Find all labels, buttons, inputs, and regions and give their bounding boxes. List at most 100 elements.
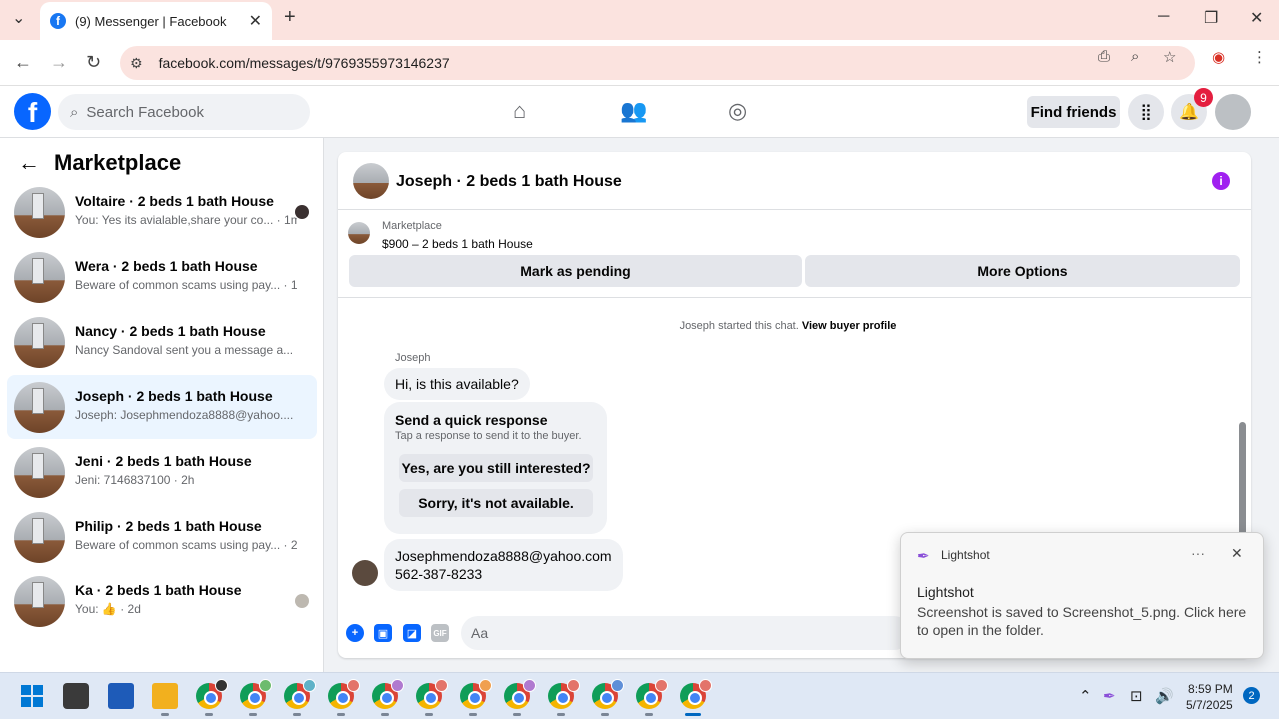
conversation-name: Voltaire · 2 beds 1 bath House	[75, 193, 274, 209]
chrome-icon[interactable]	[504, 679, 536, 709]
notepad-icon[interactable]	[108, 683, 134, 709]
message-phone[interactable]: 562-387-8233	[395, 565, 612, 583]
url-box[interactable]: ⚙ facebook.com/messages/t/97693559731462…	[120, 46, 1195, 80]
volume-icon[interactable]: 🔊	[1155, 687, 1174, 705]
toast-app-name: Lightshot	[941, 548, 990, 562]
zoom-icon[interactable]: ⌕	[1131, 48, 1139, 65]
plus-icon[interactable]: +	[346, 624, 364, 642]
browser-tab[interactable]: f (9) Messenger | Facebook ✕	[40, 2, 272, 40]
close-icon[interactable]: ✕	[1231, 545, 1243, 562]
window-close-icon[interactable]: ✕	[1250, 8, 1263, 28]
mark-as-pending-button[interactable]: Mark as pending	[349, 255, 802, 287]
friends-icon[interactable]: 👥	[620, 98, 647, 124]
search-box[interactable]: ⌕	[58, 94, 310, 130]
conversation-item[interactable]: Jeni · 2 beds 1 bath House Jeni: 7146837…	[7, 440, 317, 504]
groups-icon[interactable]: ◎	[728, 98, 747, 124]
listing-bar: Marketplace $900 – 2 beds 1 bath House M…	[338, 210, 1251, 298]
marketplace-sidebar: ← Marketplace Voltaire · 2 beds 1 bath H…	[0, 138, 324, 672]
install-app-icon[interactable]: ⎙	[1098, 48, 1110, 65]
quick-reply-interested-button[interactable]: Yes, are you still interested?	[399, 454, 593, 482]
find-friends-button[interactable]: Find friends	[1027, 96, 1120, 128]
browser-menu-icon[interactable]: ⋮	[1252, 48, 1267, 66]
browser-tabbar: ⌄ f (9) Messenger | Facebook ✕ + ─ ❐ ✕	[0, 0, 1279, 40]
started-text: Joseph started this chat.	[679, 320, 799, 332]
notification-badge: 9	[1194, 88, 1213, 107]
more-options-button[interactable]: More Options	[805, 255, 1240, 287]
toast-body[interactable]: Screenshot is saved to Screenshot_5.png.…	[917, 603, 1247, 639]
conversation-item[interactable]: Voltaire · 2 beds 1 bath House You: Yes …	[7, 180, 317, 244]
scrollbar-thumb[interactable]	[1239, 422, 1246, 542]
info-icon[interactable]: i	[1212, 172, 1230, 190]
chat-started-notice: Joseph started this chat. View buyer pro…	[338, 320, 1238, 332]
menu-grid-icon[interactable]: ⣿	[1128, 94, 1164, 130]
conversation-item[interactable]: Philip · 2 beds 1 bath House Beware of c…	[7, 505, 317, 569]
tab-title: (9) Messenger | Facebook	[75, 13, 227, 29]
sticker-icon[interactable]: ◪	[403, 624, 421, 642]
conversation-item[interactable]: Ka · 2 beds 1 bath House You: 👍 · 2d	[7, 569, 317, 633]
conversation-item[interactable]: Wera · 2 beds 1 bath House Beware of com…	[7, 245, 317, 309]
message-input[interactable]	[461, 616, 911, 650]
back-icon[interactable]: ←	[14, 52, 32, 73]
windows-start-icon[interactable]	[21, 685, 43, 707]
chrome-icon[interactable]	[636, 679, 668, 709]
maximize-icon[interactable]: ❐	[1204, 8, 1218, 28]
facebook-logo-icon[interactable]: f	[14, 93, 51, 130]
chrome-icon-active[interactable]	[680, 679, 712, 709]
conversation-preview: Jeni: 7146837100 · 2h	[75, 473, 195, 487]
chrome-icon[interactable]	[460, 679, 492, 709]
back-arrow-icon[interactable]: ←	[18, 150, 40, 176]
new-tab-icon[interactable]: +	[284, 6, 296, 29]
listing-thumbnail	[14, 576, 65, 627]
listing-thumbnail	[14, 317, 65, 368]
lightshot-notification[interactable]: ✒ Lightshot ··· ✕ Lightshot Screenshot i…	[900, 532, 1264, 659]
gif-icon[interactable]: GIF	[431, 624, 449, 642]
search-input[interactable]	[86, 103, 287, 121]
chrome-icon[interactable]	[284, 679, 316, 709]
clock-date: 5/7/2025	[1186, 698, 1233, 712]
sidebar-title: Marketplace	[54, 150, 182, 175]
photo-icon[interactable]: ▣	[374, 624, 392, 642]
chrome-icon[interactable]	[548, 679, 580, 709]
quick-reply-not-available-button[interactable]: Sorry, it's not available.	[399, 489, 593, 517]
chrome-icon[interactable]	[592, 679, 624, 709]
chrome-icon[interactable]	[372, 679, 404, 709]
sender-avatar	[352, 560, 378, 586]
task-view-icon[interactable]	[63, 683, 89, 709]
minimize-icon[interactable]: ─	[1158, 8, 1169, 26]
tab-close-icon[interactable]: ✕	[249, 11, 262, 31]
chevron-up-icon[interactable]: ⌃	[1079, 687, 1092, 705]
conversation-preview: Beware of common scams using pay... · 22…	[75, 538, 297, 552]
chat-avatar[interactable]	[353, 163, 389, 199]
conversation-preview: Beware of common scams using pay... · 1m	[75, 278, 297, 292]
profile-icon[interactable]: ◉	[1212, 48, 1225, 66]
chrome-icon[interactable]	[328, 679, 360, 709]
file-explorer-icon[interactable]	[152, 683, 178, 709]
chrome-icon[interactable]	[416, 679, 448, 709]
message-email[interactable]: Josephmendoza8888@yahoo.com	[395, 547, 612, 565]
more-icon[interactable]: ···	[1191, 545, 1205, 561]
running-indicator	[381, 713, 389, 716]
conversation-preview: You: Yes its avialable,share your co... …	[75, 213, 297, 227]
site-info-icon[interactable]: ⚙	[130, 55, 143, 72]
running-indicator	[601, 713, 609, 716]
lightshot-tray-icon[interactable]: ✒	[1103, 687, 1116, 705]
bookmark-star-icon[interactable]: ☆	[1163, 48, 1176, 66]
network-icon[interactable]: ⊡	[1130, 687, 1143, 705]
chat-title[interactable]: Joseph · 2 beds 1 bath House	[396, 173, 622, 191]
listing-price[interactable]: $900 – 2 beds 1 bath House	[382, 237, 533, 251]
chrome-icon[interactable]	[196, 679, 228, 709]
home-icon[interactable]: ⌂	[513, 98, 526, 124]
running-indicator	[557, 713, 565, 716]
clock[interactable]: 8:59 PM 5/7/2025	[1186, 681, 1233, 713]
conversation-item-active[interactable]: Joseph · 2 beds 1 bath House Joseph: Jos…	[7, 375, 317, 439]
view-buyer-profile-link[interactable]: View buyer profile	[802, 320, 897, 332]
chrome-icon[interactable]	[240, 679, 272, 709]
account-avatar[interactable]	[1215, 94, 1251, 130]
conversation-item[interactable]: Nancy · 2 beds 1 bath House Nancy Sandov…	[7, 310, 317, 374]
notification-count-badge[interactable]: 2	[1243, 687, 1260, 704]
seen-avatar	[295, 594, 309, 608]
forward-icon[interactable]: →	[50, 52, 68, 73]
reload-icon[interactable]: ↻	[86, 52, 101, 73]
running-indicator	[469, 713, 477, 716]
tab-search-icon[interactable]: ⌄	[12, 8, 25, 28]
